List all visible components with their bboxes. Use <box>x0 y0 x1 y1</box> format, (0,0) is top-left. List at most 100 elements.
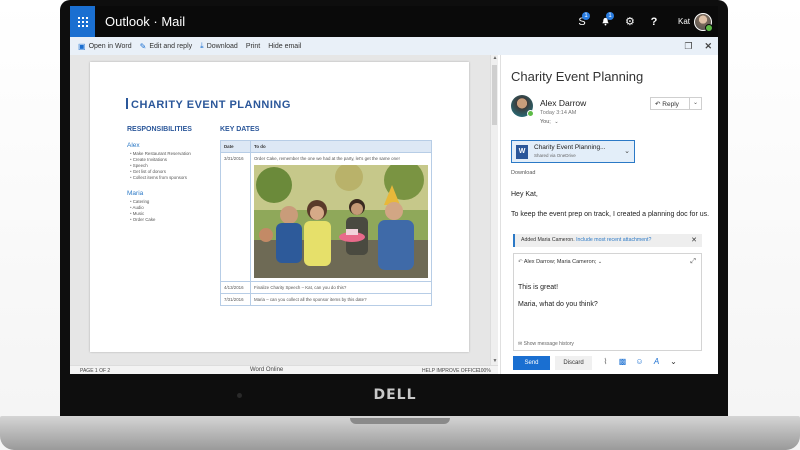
waffle-icon <box>77 16 88 27</box>
notifications-button[interactable]: 1 <box>594 6 618 37</box>
help-improve-link[interactable]: HELP IMPROVE OFFICE <box>422 368 479 374</box>
compose-toolbar: ⌇ ▩ ☺ A ⌄ <box>601 357 678 366</box>
compose-recipients-text: Alex Darrow; Maria Cameron; <box>523 259 597 265</box>
show-history-text: Show message history <box>523 341 574 347</box>
sender-name[interactable]: Alex Darrow <box>540 98 586 108</box>
person-name: Alex <box>127 142 140 149</box>
table-cell-todo: Finalize Charity Speech – Kat, can you d… <box>254 285 347 290</box>
open-in-word-button[interactable]: ▣ Open in Word <box>78 42 132 51</box>
todo-text: Order Cake, remember the one we had at t… <box>254 156 400 161</box>
task-item: Collect items from sponsors <box>130 175 191 181</box>
document-page: CHARITY EVENT PLANNING RESPONSIBILITIES … <box>90 62 469 352</box>
scroll-up-icon[interactable]: ▲ <box>491 55 499 62</box>
include-attachment-link[interactable]: Include most recent attachment? <box>576 237 651 243</box>
close-icon[interactable]: ✕ <box>704 41 712 52</box>
scroll-thumb[interactable] <box>492 65 497 125</box>
word-icon: ▣ <box>78 41 86 51</box>
topbar-actions: S 1 1 ⚙ ? Kat <box>570 6 718 37</box>
recipient-you[interactable]: You; <box>540 119 551 125</box>
insert-picture-icon[interactable]: ▩ <box>618 357 627 366</box>
open-in-word-label: Open in Word <box>88 42 132 50</box>
user-name[interactable]: Kat <box>678 17 690 26</box>
laptop-stage: DELL Outlook · Mail S 1 1 ⚙ ? Kat ▣ Open… <box>0 0 800 450</box>
message-body: To keep the event prep on track, I creat… <box>511 211 710 218</box>
document-viewer: CHARITY EVENT PLANNING RESPONSIBILITIES … <box>70 55 498 365</box>
task-list: Make Restaurant Reservation Create Invit… <box>130 151 191 181</box>
app-launcher-button[interactable] <box>70 6 95 37</box>
added-notice-text: Added Maria Cameron. <box>521 237 575 243</box>
scroll-down-icon[interactable]: ▼ <box>491 358 499 365</box>
attachment-download-link[interactable]: Download <box>511 170 535 176</box>
title-bar-accent <box>126 98 128 109</box>
reply-arrow-icon: ↶ <box>655 100 661 108</box>
print-button[interactable]: Print <box>246 43 260 50</box>
attachment-card[interactable]: W Charity Event Planning... Shared via O… <box>511 140 635 163</box>
close-icon[interactable]: ✕ <box>691 234 697 247</box>
zoom-level[interactable]: 100% <box>478 368 491 374</box>
table-cell-date: 7/31/2016 <box>221 294 251 305</box>
notifications-badge: 1 <box>605 12 614 20</box>
reading-pane: Charity Event Planning Alex Darrow Today… <box>500 55 718 374</box>
table-row: 7/31/2016 Maria – can you collect all th… <box>221 294 431 305</box>
party-photo-image <box>254 165 428 278</box>
settings-button[interactable]: ⚙ <box>618 6 642 37</box>
chevron-down-icon[interactable]: ⌄ <box>554 119 558 125</box>
user-avatar[interactable] <box>694 12 713 32</box>
laptop-notch <box>350 418 450 424</box>
popout-icon[interactable]: ❐ <box>684 41 692 52</box>
attachment-name: Charity Event Planning... <box>534 144 606 151</box>
key-dates-heading: KEY DATES <box>220 126 260 133</box>
reply-options-chevron-icon[interactable]: ⌄ <box>689 98 701 109</box>
table-cell-date: 4/13/2016 <box>221 282 251 293</box>
compose-recipients[interactable]: ↶ Alex Darrow; Maria Cameron; ⌄ <box>518 259 602 265</box>
recipient-line: You; ⌄ <box>540 119 559 125</box>
compose-line: This is great! <box>518 284 559 291</box>
skype-button[interactable]: S 1 <box>570 6 594 37</box>
reply-button[interactable]: ↶ Reply ⌄ <box>650 97 702 110</box>
message-subject: Charity Event Planning <box>511 69 644 84</box>
person-name: Maria <box>127 190 144 197</box>
paperclip-icon[interactable]: ⌇ <box>601 357 610 366</box>
more-options-chevron-icon[interactable]: ⌄ <box>669 357 678 366</box>
status-bar: PAGE 1 OF 2 Word Online HELP IMPROVE OFF… <box>70 365 498 374</box>
table-cell-date: 3/31/2016 <box>221 153 251 281</box>
table-cell-todo: Maria – can you collect all the sponsor … <box>254 297 367 302</box>
sent-time: Today 3:14 AM <box>540 110 577 116</box>
attachment-menu-chevron-icon[interactable]: ⌄ <box>624 147 630 155</box>
show-history-link[interactable]: ✉ Show message history <box>518 341 574 347</box>
chevron-down-icon[interactable]: ⌄ <box>598 259 602 265</box>
attachment-source: Shared via OneDrive <box>534 153 576 158</box>
emoji-icon[interactable]: ☺ <box>635 357 644 366</box>
help-button[interactable]: ? <box>642 6 666 37</box>
gear-icon: ⚙ <box>625 16 635 28</box>
hide-email-button[interactable]: Hide email <box>268 43 301 50</box>
command-bar: ▣ Open in Word ✎ Edit and reply ⤓ Downlo… <box>70 37 718 55</box>
table-row: 4/13/2016 Finalize Charity Speech – Kat,… <box>221 282 431 294</box>
brand-logo: DELL <box>373 387 417 403</box>
app-topbar: Outlook · Mail S 1 1 ⚙ ? Kat <box>70 6 718 37</box>
window-controls: ❐ ✕ <box>684 37 712 55</box>
table-cell-todo: Order Cake, remember the one we had at t… <box>251 153 431 281</box>
party-photo <box>254 165 428 278</box>
sender-avatar[interactable] <box>511 95 534 117</box>
envelope-icon: ✉ <box>518 341 523 347</box>
edit-and-reply-button[interactable]: ✎ Edit and reply <box>140 42 193 51</box>
expand-icon[interactable]: ⤢ <box>690 258 696 266</box>
page-indicator: PAGE 1 OF 2 <box>80 368 111 374</box>
format-text-icon[interactable]: A <box>652 357 661 366</box>
table-header: To do <box>254 144 266 149</box>
compose-line: Maria, what do you think? <box>518 301 598 308</box>
status-app-name: Word Online <box>250 367 284 373</box>
document-scrollbar[interactable]: ▲ ▼ <box>490 55 498 365</box>
pencil-icon: ✎ <box>139 41 147 51</box>
print-label: Print <box>245 42 261 50</box>
discard-button[interactable]: Discard <box>555 356 592 370</box>
table-row: 3/31/2016 Order Cake, remember the one w… <box>221 153 431 282</box>
app-title: Outlook · Mail <box>105 14 186 29</box>
reply-label: ↶ Reply <box>651 100 689 108</box>
hide-email-label: Hide email <box>268 42 302 50</box>
compose-box[interactable]: ↶ Alex Darrow; Maria Cameron; ⌄ ⤢ This i… <box>513 253 702 351</box>
send-button[interactable]: Send <box>513 356 550 370</box>
webcam <box>237 393 242 398</box>
download-button[interactable]: ⤓ Download <box>200 41 238 51</box>
